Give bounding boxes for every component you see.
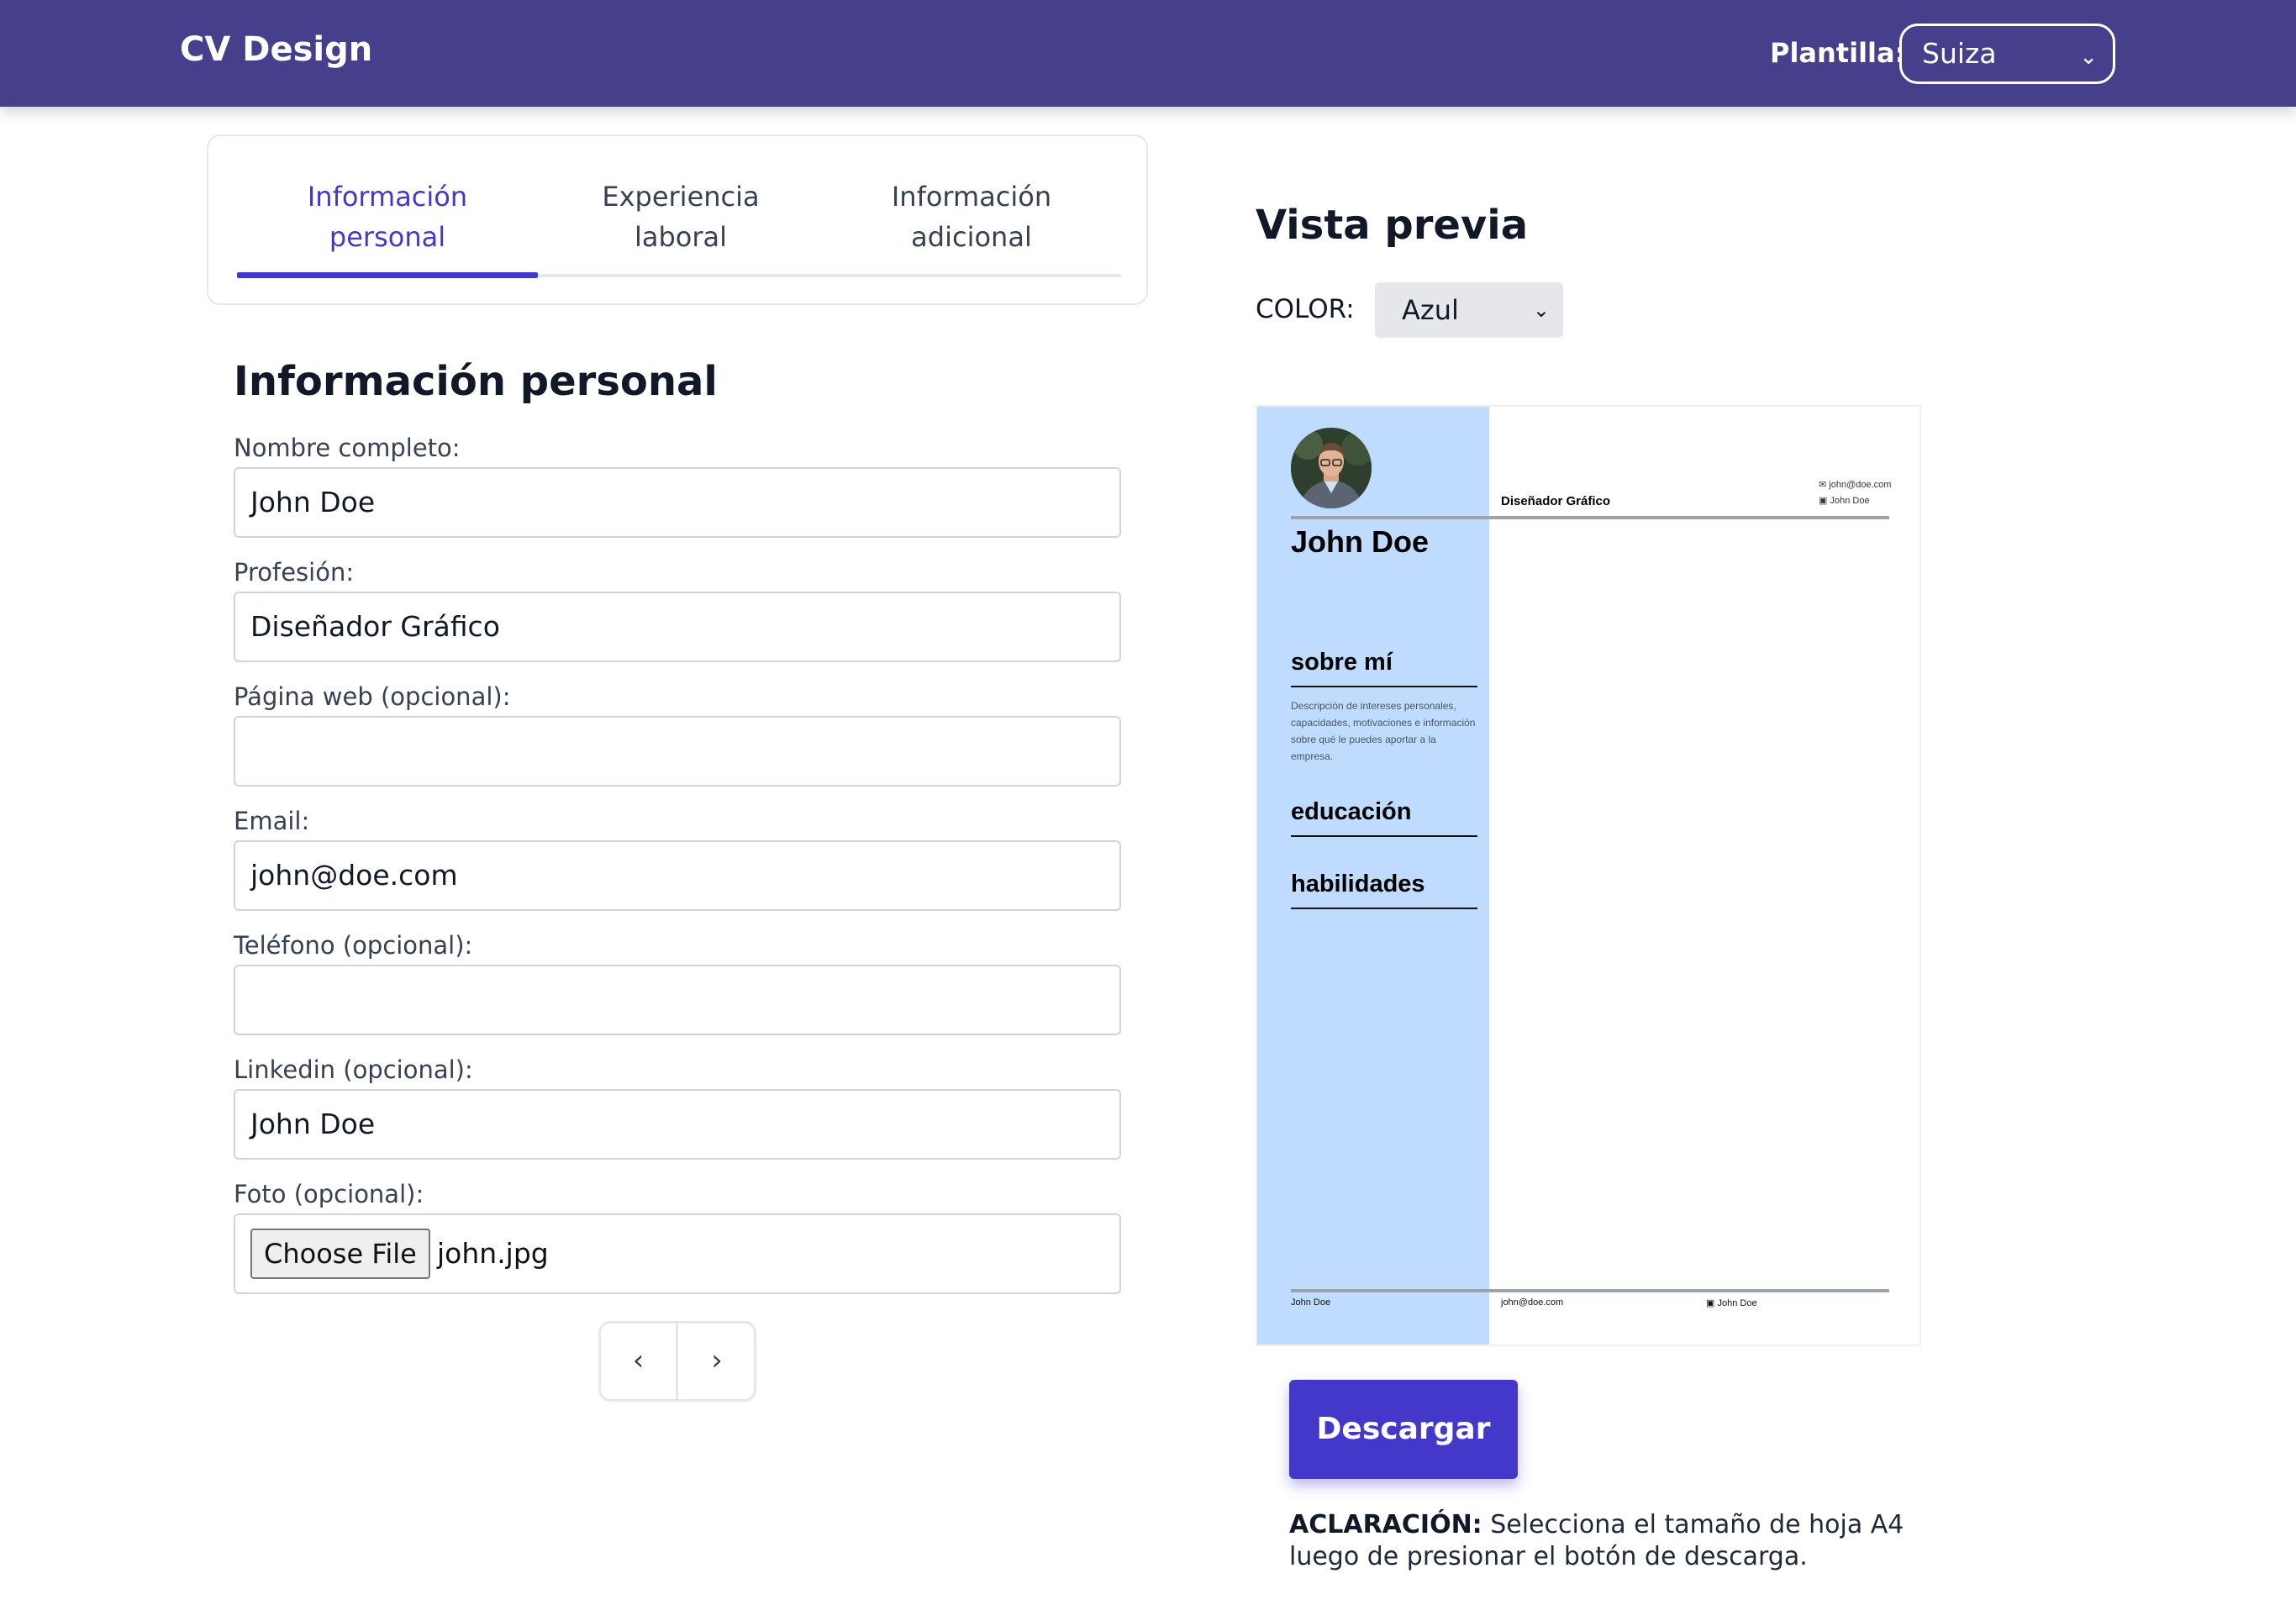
cv-preview: Diseñador Gráfico ✉ john@doe.com ▣ John … (1256, 405, 1921, 1346)
choose-file-button[interactable]: Choose File (250, 1229, 430, 1279)
email-label: Email: (234, 807, 310, 835)
cv-footer-rule (1291, 1289, 1889, 1292)
chevron-down-icon: ⌄ (1532, 298, 1550, 322)
chevron-right-icon: › (711, 1344, 723, 1377)
linkedin-input[interactable]: John Doe (234, 1089, 1121, 1160)
tab-personal-info[interactable]: Información personal (237, 176, 538, 257)
tab-label-line1: Información (891, 181, 1052, 213)
tab-label-line2: adicional (911, 221, 1032, 253)
preview-title: Vista previa (1256, 202, 1529, 249)
template-select-value: Suiza (1922, 37, 1997, 70)
cv-footer-name: John Doe (1291, 1297, 1331, 1308)
cv-contact-linkedin: ▣ John Doe (1819, 495, 1870, 506)
previous-button[interactable]: ‹ (601, 1323, 678, 1399)
cv-linkedin-text: John Doe (1830, 496, 1870, 506)
top-navbar: CV Design Plantilla: Suiza ⌄ (0, 0, 2296, 107)
cv-name: John Doe (1291, 524, 1430, 559)
linkedin-label: Linkedin (opcional): (234, 1055, 473, 1084)
next-button[interactable]: › (678, 1323, 756, 1399)
color-select[interactable]: Azul ⌄ (1375, 282, 1563, 338)
website-label: Página web (opcional): (234, 682, 511, 711)
profession-label: Profesión: (234, 558, 355, 587)
note-strong: ACLARACIÓN: (1289, 1510, 1482, 1539)
tab-label-line2: personal (329, 221, 446, 253)
color-label: COLOR: (1256, 294, 1355, 324)
cv-section-education: educación (1291, 798, 1412, 825)
photo-label: Foto (opcional): (234, 1180, 424, 1208)
website-input[interactable] (234, 716, 1121, 787)
tab-additional-info[interactable]: Información adicional (824, 176, 1119, 257)
cv-footer-linkedin: ▣ John Doe (1706, 1297, 1757, 1308)
form-pager: ‹ › (598, 1321, 756, 1402)
chevron-down-icon: ⌄ (2079, 45, 2098, 70)
name-input[interactable]: John Doe (234, 467, 1121, 538)
form-section-title: Información personal (234, 358, 718, 405)
email-input[interactable]: john@doe.com (234, 840, 1121, 911)
cv-about-text: Descripción de intereses personales, cap… (1291, 700, 1476, 762)
photo-file-input[interactable]: Choose File john.jpg (234, 1213, 1121, 1294)
template-label: Plantilla: (1770, 37, 1906, 69)
download-button[interactable]: Descargar (1289, 1380, 1518, 1479)
chevron-left-icon: ‹ (632, 1344, 645, 1377)
brand-logo[interactable]: CV Design (180, 30, 372, 69)
cv-profession: Diseñador Gráfico (1501, 494, 1611, 508)
cv-section-rule (1291, 908, 1477, 909)
tab-label-line2: laboral (634, 221, 728, 253)
tab-label-line1: Experiencia (602, 181, 760, 213)
cv-section-skills: habilidades (1291, 871, 1425, 897)
form-tabs: Información personal Experiencia laboral… (207, 134, 1148, 305)
selected-file-name: john.jpg (437, 1237, 549, 1270)
template-select[interactable]: Suiza ⌄ (1899, 24, 2115, 84)
mail-icon: ✉ (1819, 480, 1827, 490)
cv-profile-photo (1291, 428, 1372, 508)
tab-label-line1: Información (307, 181, 468, 213)
cv-email-text: john@doe.com (1829, 480, 1892, 490)
cv-footer-email: john@doe.com (1501, 1297, 1564, 1308)
cv-section-about: sobre mí (1291, 649, 1393, 676)
cv-section-rule (1291, 686, 1477, 687)
phone-label: Teléfono (opcional): (234, 931, 473, 960)
download-note: ACLARACIÓN: Selecciona el tamaño de hoja… (1289, 1509, 1928, 1573)
cv-contact-email: ✉ john@doe.com (1819, 479, 1891, 490)
cv-header-rule (1291, 516, 1889, 519)
phone-input[interactable] (234, 965, 1121, 1035)
name-label: Nombre completo: (234, 434, 461, 462)
cv-section-rule (1291, 835, 1477, 837)
linkedin-icon: ▣ (1706, 1298, 1715, 1308)
tab-work-experience[interactable]: Experiencia laboral (538, 176, 824, 257)
linkedin-icon: ▣ (1819, 496, 1828, 506)
active-tab-indicator (237, 272, 538, 278)
cv-footer-linkedin-text: John Doe (1717, 1298, 1757, 1308)
profession-input[interactable]: Diseñador Gráfico (234, 592, 1121, 662)
color-select-value: Azul (1402, 294, 1459, 326)
